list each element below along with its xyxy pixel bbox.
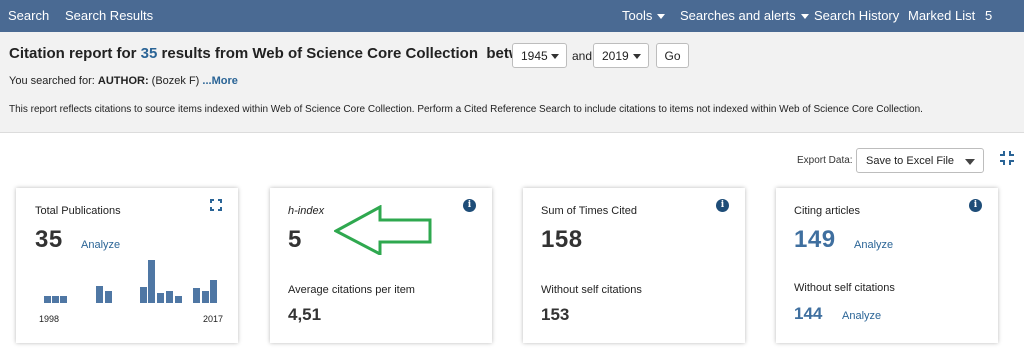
annotation-arrow-icon bbox=[334, 205, 432, 255]
year-from-select[interactable]: 1945 bbox=[512, 43, 567, 68]
h-index-label: h-index bbox=[288, 205, 325, 217]
avg-citations-value: 4,51 bbox=[288, 305, 322, 324]
publication-bar bbox=[193, 288, 200, 303]
publication-bar bbox=[210, 280, 217, 303]
publication-bar bbox=[166, 291, 173, 303]
chevron-down-icon bbox=[657, 14, 666, 20]
publication-bar bbox=[157, 293, 164, 303]
export-value: Save to Excel File bbox=[866, 155, 955, 167]
year-end-label: 2017 bbox=[203, 314, 224, 324]
result-count: 35 bbox=[140, 45, 158, 62]
nav-search-results[interactable]: Search Results bbox=[65, 8, 153, 23]
export-label: Export Data: bbox=[797, 155, 853, 166]
nav-searches-alerts-label: Searches and alerts bbox=[680, 8, 796, 23]
chevron-down-icon bbox=[800, 14, 809, 20]
without-self-label: Without self citations bbox=[794, 282, 895, 294]
publication-bar bbox=[175, 296, 182, 303]
card-label: Citing articles bbox=[794, 205, 861, 217]
card-label: Sum of Times Cited bbox=[541, 205, 637, 217]
publication-bar bbox=[148, 260, 155, 303]
and-label: and bbox=[572, 49, 593, 63]
report-note: This report reflects citations to source… bbox=[9, 104, 923, 115]
report-header: Citation report for 35 results from Web … bbox=[0, 32, 1024, 133]
publication-bar bbox=[44, 296, 51, 303]
title-prefix: Citation report for bbox=[9, 45, 137, 62]
publication-bar bbox=[60, 296, 67, 303]
chevron-down-icon bbox=[551, 54, 559, 59]
info-icon[interactable]: i bbox=[969, 199, 982, 212]
searched-value: (Bozek F) bbox=[151, 75, 200, 87]
card-times-cited: Sum of Times Cited i 158 Without self ci… bbox=[523, 188, 745, 343]
export-select[interactable]: Save to Excel File bbox=[856, 148, 984, 173]
without-self-label: Without self citations bbox=[541, 284, 642, 296]
publication-bar bbox=[105, 291, 112, 303]
year-to-select[interactable]: 2019 bbox=[593, 43, 649, 68]
publication-bar bbox=[140, 287, 147, 303]
nav-tools[interactable]: Tools bbox=[622, 8, 666, 23]
year-start-label: 1998 bbox=[39, 314, 60, 324]
nav-tools-label: Tools bbox=[622, 8, 653, 23]
card-total-publications: Total Publications 35 Analyze 1998 2017 bbox=[16, 188, 238, 343]
year-from-value: 1945 bbox=[521, 49, 548, 63]
year-to-value: 2019 bbox=[602, 49, 629, 63]
times-cited-value: 158 bbox=[541, 226, 583, 253]
card-citing-articles: Citing articles i 149 Analyze Without se… bbox=[776, 188, 998, 343]
analyze-link[interactable]: Analyze bbox=[842, 310, 881, 322]
info-icon[interactable]: i bbox=[463, 199, 476, 212]
h-index-value: 5 bbox=[288, 226, 302, 253]
nav-searches-alerts[interactable]: Searches and alerts bbox=[680, 8, 809, 23]
chevron-down-icon bbox=[965, 159, 975, 165]
collapse-icon[interactable] bbox=[999, 150, 1015, 166]
nav-marked-list[interactable]: Marked List bbox=[908, 8, 975, 23]
search-query: You searched for: AUTHOR: (Bozek F) ...M… bbox=[9, 75, 238, 87]
top-nav: Search Search Results Tools Searches and… bbox=[0, 0, 1024, 32]
card-label: h-index bbox=[288, 205, 324, 217]
publication-bar bbox=[96, 286, 103, 303]
chevron-down-icon bbox=[633, 54, 641, 59]
info-icon[interactable]: i bbox=[716, 199, 729, 212]
page-title: Citation report for 35 results from Web … bbox=[9, 45, 546, 62]
go-button[interactable]: Go bbox=[656, 43, 689, 68]
searched-label: You searched for: bbox=[9, 75, 95, 87]
analyze-link[interactable]: Analyze bbox=[854, 239, 893, 251]
marked-list-count[interactable]: 5 bbox=[985, 8, 992, 23]
without-self-value[interactable]: 144 bbox=[794, 304, 822, 324]
publication-bar bbox=[52, 296, 59, 303]
searched-field: AUTHOR: bbox=[97, 75, 149, 87]
more-link[interactable]: ...More bbox=[202, 75, 237, 87]
publication-bar bbox=[202, 291, 209, 303]
avg-citations-label: Average citations per item bbox=[288, 284, 415, 296]
citing-articles-value[interactable]: 149 bbox=[794, 226, 836, 254]
nav-search[interactable]: Search bbox=[8, 8, 49, 23]
without-self-value: 153 bbox=[541, 305, 570, 324]
nav-search-history[interactable]: Search History bbox=[814, 8, 899, 23]
title-suffix: results from Web of Science Core Collect… bbox=[161, 45, 478, 62]
